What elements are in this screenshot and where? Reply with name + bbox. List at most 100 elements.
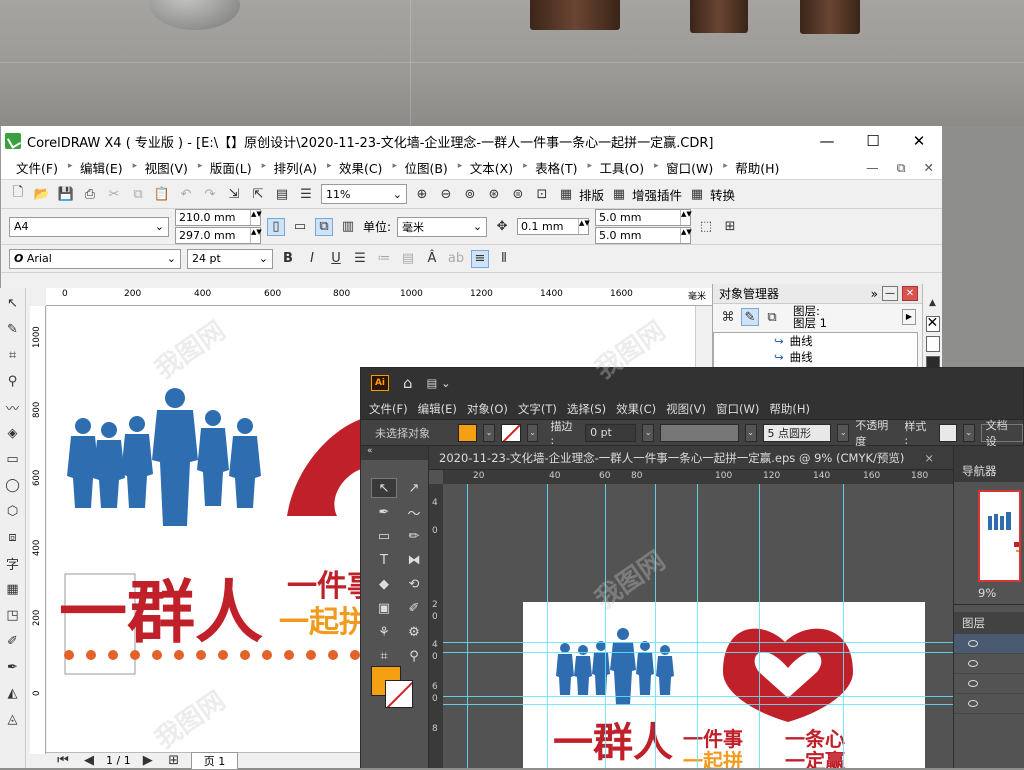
- tree-item-curve[interactable]: ↪ 曲线: [714, 349, 917, 365]
- doc-minimize-button[interactable]: —: [866, 160, 879, 176]
- menu-bitmaps[interactable]: 位图(B): [389, 158, 454, 177]
- freehand-tool-icon[interactable]: 〰: [4, 398, 22, 417]
- paste-icon[interactable]: 📋: [153, 185, 171, 203]
- nudge-distance-field[interactable]: 0.1 mm ▲▼: [517, 218, 590, 235]
- add-page-icon[interactable]: ⊞: [165, 752, 183, 770]
- copy-icon[interactable]: ⧉: [129, 185, 147, 203]
- page-height-field[interactable]: 297.0 mm ▲▼: [175, 227, 262, 244]
- zoom-page-icon[interactable]: ⊜: [509, 185, 527, 203]
- menu-view[interactable]: 视图(V): [130, 158, 195, 177]
- zoom-out-icon[interactable]: ⊖: [437, 185, 455, 203]
- eraser-tool-icon[interactable]: ◆: [371, 574, 397, 594]
- zoom-width-icon[interactable]: ⊡: [533, 185, 551, 203]
- prev-page-icon[interactable]: ◀: [80, 752, 98, 770]
- layer-manager-icon[interactable]: ⧉: [763, 308, 781, 326]
- chevron-down-icon[interactable]: ⌄: [483, 423, 495, 442]
- edit-text-icon[interactable]: ab: [447, 250, 465, 268]
- artboard[interactable]: 一群人 一件事 一条心 一起拼 一定赢: [523, 602, 925, 768]
- navigator-preview[interactable]: [978, 490, 1021, 582]
- direct-selection-icon[interactable]: ↗: [401, 478, 427, 498]
- close-button[interactable]: ✕: [896, 132, 942, 150]
- landscape-icon[interactable]: ▭: [291, 218, 309, 236]
- font-size-select[interactable]: 24 pt ⌄: [187, 248, 273, 269]
- interactive-tool-icon[interactable]: ◳: [4, 606, 22, 624]
- crop-tool-icon[interactable]: ⌗: [4, 346, 22, 364]
- menu-window[interactable]: 窗口(W): [716, 401, 759, 417]
- menu-help[interactable]: 帮助(H): [720, 158, 786, 177]
- stepper-icon[interactable]: ▲▼: [680, 228, 692, 243]
- stepper-icon[interactable]: ▲▼: [250, 228, 262, 243]
- menu-view[interactable]: 视图(V): [666, 401, 706, 417]
- doc-close-button[interactable]: ✕: [924, 160, 934, 176]
- palette-scroll-up-icon[interactable]: ▲: [924, 294, 942, 312]
- document-setup-button[interactable]: 文档设: [980, 419, 1024, 448]
- duplicate-x-field[interactable]: 5.0 mm ▲▼: [595, 209, 692, 226]
- horizontal-text-icon[interactable]: ≡: [471, 249, 489, 268]
- page-size-select[interactable]: A4 ⌄: [9, 216, 169, 237]
- no-color-swatch[interactable]: ✕: [925, 315, 940, 332]
- menu-effect[interactable]: 效果(C): [616, 401, 656, 417]
- zoom-in-icon[interactable]: ⊕: [413, 185, 431, 203]
- brush-field[interactable]: 5 点圆形: [762, 423, 832, 442]
- flyout-arrow-icon[interactable]: ▶: [902, 309, 916, 325]
- zoom-tool-icon[interactable]: ⚲: [401, 646, 427, 666]
- type-tool-icon[interactable]: T: [371, 550, 397, 570]
- import-icon[interactable]: ⇲: [225, 185, 243, 203]
- menu-table[interactable]: 表格(T): [520, 158, 584, 177]
- workspace-switcher-icon[interactable]: ▤ ⌄: [427, 376, 451, 390]
- all-pages-icon[interactable]: ⧉: [315, 217, 333, 236]
- menu-file[interactable]: 文件(F): [369, 401, 408, 417]
- maximize-button[interactable]: ☐: [850, 132, 896, 150]
- zoom-all-icon[interactable]: ⊛: [485, 185, 503, 203]
- current-page-icon[interactable]: ▥: [339, 218, 357, 236]
- zoom-level-select[interactable]: 11% ⌄: [321, 184, 407, 204]
- open-folder-icon[interactable]: 📂: [33, 185, 51, 203]
- undo-icon[interactable]: ↶: [177, 185, 195, 203]
- ellipse-tool-icon[interactable]: ◯: [4, 476, 22, 494]
- treat-as-filled-icon[interactable]: ⬚: [697, 218, 715, 236]
- italic-icon[interactable]: I: [303, 250, 321, 268]
- new-document-icon[interactable]: 🗋: [9, 185, 27, 203]
- publish-pdf-icon[interactable]: ▤: [273, 185, 291, 203]
- style-swatch[interactable]: [939, 423, 957, 442]
- menu-tools[interactable]: 工具(O): [585, 158, 652, 177]
- duplicate-y-field[interactable]: 5.0 mm ▲▼: [595, 227, 692, 244]
- text-align-icon[interactable]: ☰: [351, 250, 369, 268]
- redo-icon[interactable]: ↷: [201, 185, 219, 203]
- eye-icon[interactable]: [968, 640, 978, 647]
- vertical-text-icon[interactable]: ⦀: [495, 250, 513, 268]
- pencil-tool-icon[interactable]: ✏: [401, 526, 427, 546]
- shape-tool-icon[interactable]: ✎: [4, 320, 22, 338]
- layer-row[interactable]: [954, 694, 1024, 714]
- edit-across-layers-icon[interactable]: ✎: [741, 308, 759, 326]
- rectangle-tool-icon[interactable]: ▭: [4, 450, 22, 468]
- layout-button[interactable]: ▦ 排版: [557, 185, 604, 204]
- eyedropper-tool-icon[interactable]: ✐: [401, 598, 427, 618]
- print-icon[interactable]: ⎙: [81, 185, 99, 203]
- chevron-down-icon[interactable]: ⌄: [962, 423, 975, 442]
- chevron-down-icon[interactable]: ⌄: [744, 423, 757, 442]
- gradient-tool-icon[interactable]: ▣: [371, 598, 397, 618]
- portrait-icon[interactable]: ▯: [267, 217, 285, 236]
- text-tool-icon[interactable]: 字: [4, 554, 22, 573]
- snap-icon[interactable]: ⊞: [721, 218, 739, 236]
- page-width-field[interactable]: 210.0 mm ▲▼: [175, 209, 262, 226]
- first-page-icon[interactable]: ⏮: [54, 752, 72, 770]
- home-icon[interactable]: ⌂: [403, 374, 413, 392]
- zoom-selected-icon[interactable]: ⊚: [461, 185, 479, 203]
- curvature-tool-icon[interactable]: 〜: [401, 502, 427, 522]
- symbol-sprayer-icon[interactable]: ⚙: [401, 622, 427, 642]
- zoom-tool-icon[interactable]: ⚲: [4, 372, 22, 390]
- docker-close-button[interactable]: ✕: [902, 286, 918, 301]
- document-tab[interactable]: 2020-11-23-文化墙-企业理念-一群人一件事一条心一起拼一定赢.eps …: [429, 446, 953, 470]
- navigator-panel-tab[interactable]: 导航器: [954, 460, 1024, 482]
- menu-edit[interactable]: 编辑(E): [418, 401, 457, 417]
- unit-select[interactable]: 毫米 ⌄: [397, 216, 488, 237]
- underline-icon[interactable]: U: [327, 250, 345, 268]
- menu-edit[interactable]: 编辑(E): [65, 158, 130, 177]
- outline-pen-icon[interactable]: ✒: [4, 658, 22, 676]
- menu-object[interactable]: 对象(O): [467, 401, 508, 417]
- pen-tool-icon[interactable]: ✒: [371, 502, 397, 522]
- menu-select[interactable]: 选择(S): [567, 401, 606, 417]
- artboard-tool-icon[interactable]: ⌗: [371, 646, 397, 666]
